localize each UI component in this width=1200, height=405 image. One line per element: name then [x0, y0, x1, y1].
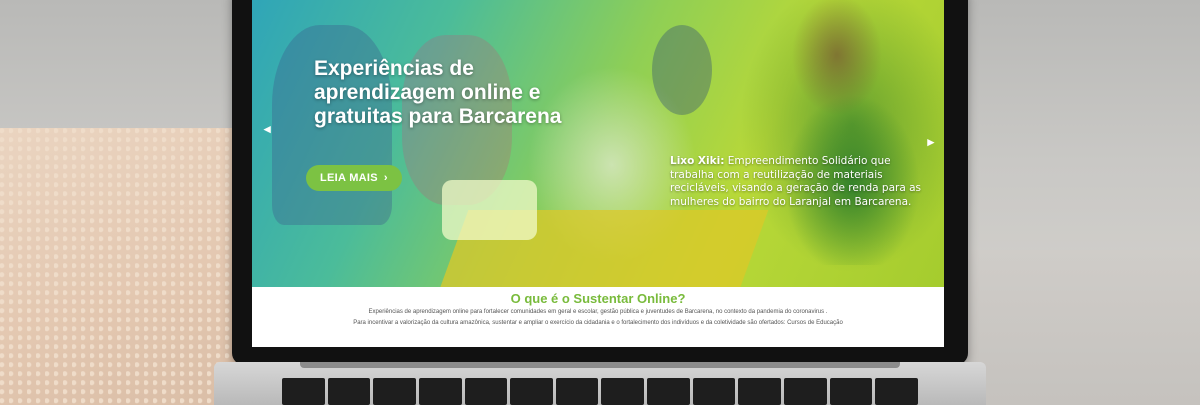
hero-photo-woman — [742, 0, 942, 265]
about-section: O que é o Sustentar Online? Experiências… — [252, 287, 944, 347]
laptop-screen: Experiências de aprendizagem online e gr… — [252, 0, 944, 347]
chevron-left-icon: ◂ — [264, 121, 271, 136]
laptop-hinge — [300, 362, 900, 368]
carousel-next-button[interactable]: ▸ — [927, 134, 934, 150]
keyboard — [282, 378, 918, 405]
hero-photo-machine — [442, 180, 537, 240]
chevron-right-icon: › — [383, 172, 388, 184]
hero-photo-figure — [652, 25, 712, 115]
about-text-line: Experiências de aprendizagem online para… — [368, 309, 828, 315]
hero-caption: Lixo Xiki: Empreendimento Solidário que … — [670, 155, 925, 209]
carousel-prev-button[interactable]: ◂ — [264, 121, 271, 137]
table-surface-right — [960, 250, 1200, 405]
chevron-right-icon: ▸ — [927, 134, 934, 149]
about-text-line: Para incentivar a valorização da cultura… — [353, 320, 843, 326]
read-more-button[interactable]: LEIA MAIS › — [306, 165, 402, 191]
read-more-label: LEIA MAIS — [320, 172, 378, 184]
hero-banner: Experiências de aprendizagem online e gr… — [252, 0, 944, 300]
about-heading: O que é o Sustentar Online? — [510, 291, 686, 306]
caption-lead: Lixo Xiki: — [670, 155, 725, 167]
hero-title: Experiências de aprendizagem online e gr… — [314, 57, 562, 128]
